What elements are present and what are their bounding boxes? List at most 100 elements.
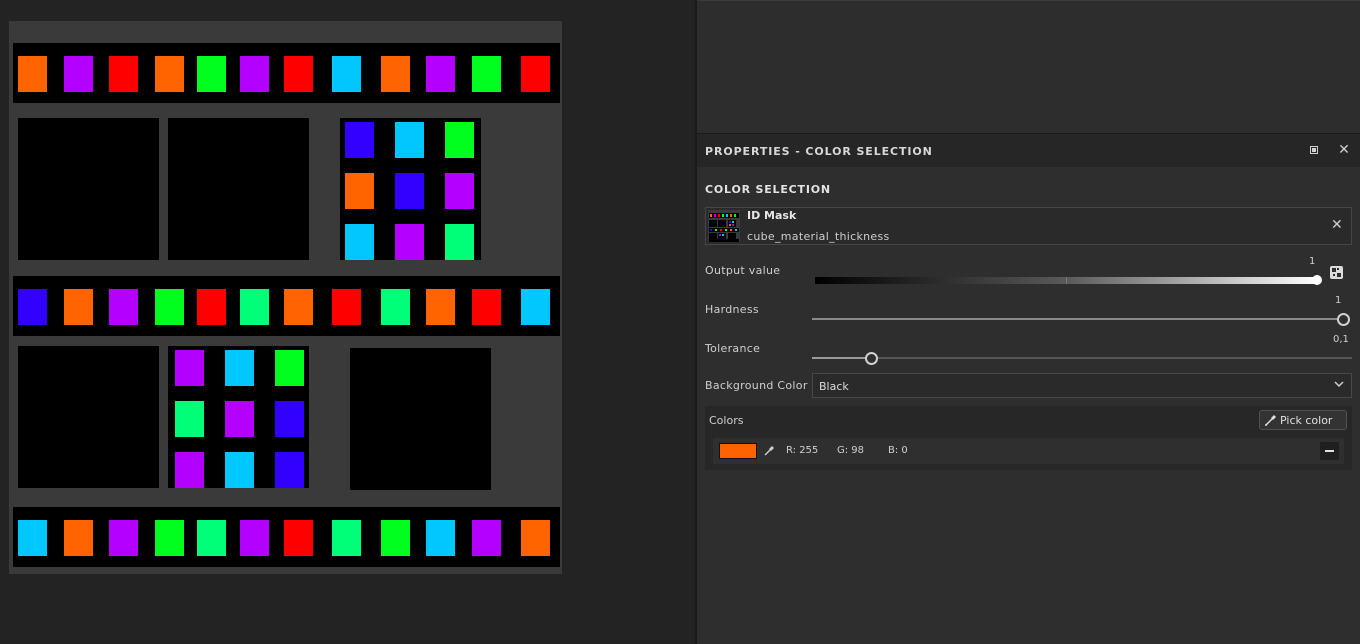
id-mask-texture[interactable] <box>9 21 562 574</box>
tolerance-label: Tolerance <box>705 342 761 355</box>
tolerance-slider[interactable] <box>812 357 1352 359</box>
tolerance-slider-handle[interactable] <box>865 352 878 365</box>
color-square <box>64 56 93 92</box>
color-square <box>332 520 361 556</box>
color-square <box>284 56 313 92</box>
color-square <box>18 520 47 556</box>
blue-value: B: 0 <box>888 445 908 456</box>
mask-name: ID Mask <box>747 209 797 222</box>
color-square <box>345 224 374 260</box>
panel-title: PROPERTIES - COLOR SELECTION <box>705 145 933 158</box>
undock-icon[interactable] <box>1308 144 1320 156</box>
panel-header: PROPERTIES - COLOR SELECTION ✕ <box>697 134 1360 167</box>
color-square <box>240 56 269 92</box>
output-slider-midmark <box>1066 277 1067 284</box>
color-square <box>381 520 410 556</box>
color-square <box>18 289 47 325</box>
color-square <box>426 289 455 325</box>
color-square <box>472 289 501 325</box>
background-color-value: Black <box>819 380 849 393</box>
remove-mask-icon[interactable]: ✕ <box>1331 218 1343 232</box>
color-square <box>445 122 474 158</box>
color-square <box>472 56 501 92</box>
mask-thumbnail <box>708 210 740 242</box>
pick-color-button[interactable]: Pick color <box>1259 410 1347 430</box>
color-square <box>109 56 138 92</box>
color-square <box>64 289 93 325</box>
color-square <box>381 56 410 92</box>
tolerance-slider-fill <box>812 357 867 359</box>
minus-icon <box>1325 450 1334 452</box>
color-square <box>345 173 374 209</box>
properties-panel: PROPERTIES - COLOR SELECTION ✕ COLOR SEL… <box>697 133 1360 644</box>
black-block <box>18 118 159 260</box>
background-color-label: Background Color <box>705 379 808 392</box>
eyedropper-icon <box>1265 415 1276 426</box>
color-square <box>155 56 184 92</box>
black-block <box>350 348 491 490</box>
color-square <box>197 520 226 556</box>
color-square <box>64 520 93 556</box>
output-slider-handle[interactable] <box>1312 275 1322 285</box>
color-square <box>332 289 361 325</box>
hardness-slider-handle[interactable] <box>1337 313 1350 326</box>
remove-color-button[interactable] <box>1320 442 1339 460</box>
mask-file-name: cube_material_thickness <box>747 230 890 243</box>
color-square <box>109 520 138 556</box>
color-square <box>225 452 254 488</box>
hardness-slider[interactable] <box>812 318 1344 320</box>
color-square <box>395 224 424 260</box>
color-square <box>18 56 47 92</box>
color-square <box>155 520 184 556</box>
background-color-select[interactable]: Black <box>812 373 1352 398</box>
color-square <box>225 350 254 386</box>
section-title: COLOR SELECTION <box>705 183 831 196</box>
viewport-2d[interactable] <box>0 0 695 644</box>
empty-panel-area <box>697 0 1360 133</box>
colors-section: Colors Pick color R: 255 G: 98 B: 0 <box>705 406 1352 470</box>
black-block <box>18 346 159 488</box>
color-square <box>395 173 424 209</box>
color-square <box>395 122 424 158</box>
color-square <box>521 289 550 325</box>
colors-label: Colors <box>709 414 744 427</box>
color-square <box>426 520 455 556</box>
color-square <box>240 520 269 556</box>
color-square <box>332 56 361 92</box>
output-value-label: Output value <box>705 264 781 277</box>
eyedropper-icon[interactable] <box>763 444 776 457</box>
color-swatch[interactable] <box>719 443 757 459</box>
color-square <box>284 289 313 325</box>
random-seed-icon[interactable] <box>1330 266 1343 279</box>
color-square <box>284 520 313 556</box>
color-square <box>445 224 474 260</box>
color-square <box>197 56 226 92</box>
color-square <box>445 173 474 209</box>
hardness-readout: 1 <box>1335 295 1342 306</box>
color-square <box>109 289 138 325</box>
color-square <box>275 452 304 488</box>
color-square <box>521 56 550 92</box>
output-value-readout: 1 <box>1309 256 1316 267</box>
color-square <box>225 401 254 437</box>
color-square <box>472 520 501 556</box>
red-value: R: 255 <box>786 445 819 456</box>
color-square <box>175 401 204 437</box>
chevron-down-icon <box>1334 381 1344 388</box>
color-square <box>155 289 184 325</box>
hardness-label: Hardness <box>705 303 759 316</box>
close-panel-icon[interactable]: ✕ <box>1337 143 1351 157</box>
color-square <box>381 289 410 325</box>
pick-color-label: Pick color <box>1280 414 1333 427</box>
color-square <box>521 520 550 556</box>
color-square <box>240 289 269 325</box>
color-square <box>345 122 374 158</box>
green-value: G: 98 <box>837 445 865 456</box>
tolerance-readout: 0,1 <box>1333 334 1349 345</box>
color-entry-row: R: 255 G: 98 B: 0 <box>713 438 1344 464</box>
color-square <box>175 452 204 488</box>
color-square <box>175 350 204 386</box>
mask-resource-card[interactable]: ID Mask cube_material_thickness ✕ <box>705 207 1352 245</box>
black-block <box>168 118 309 260</box>
color-square <box>197 289 226 325</box>
